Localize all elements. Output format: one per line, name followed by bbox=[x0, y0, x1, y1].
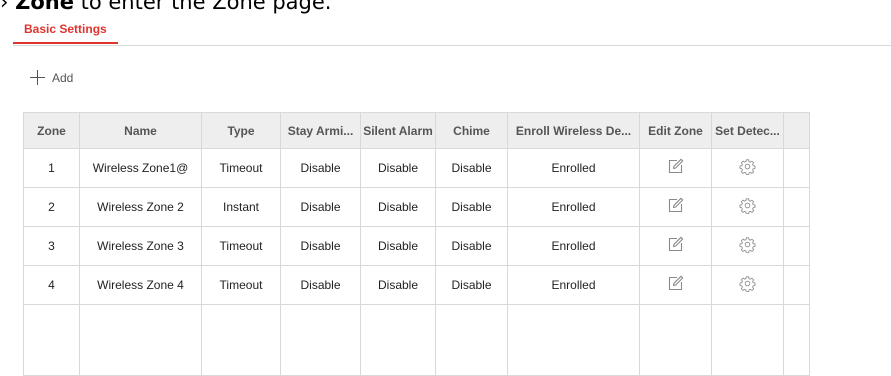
chime-cell: Disable bbox=[435, 148, 508, 188]
enroll-status-cell: Enrolled bbox=[507, 187, 640, 227]
empty-cell bbox=[783, 304, 810, 376]
arrow-glyph: › bbox=[0, 0, 9, 14]
zone-table-body: 1 Wireless Zone1@ Timeout Disable Disable Dis… bbox=[23, 148, 810, 376]
stay-arm-cell: Disable bbox=[280, 265, 361, 305]
silent-alarm-cell: Disable bbox=[360, 187, 436, 227]
edit-icon[interactable] bbox=[667, 275, 684, 295]
add-zone-button[interactable]: Add bbox=[30, 70, 73, 85]
zone-name-cell: Wireless Zone 3 bbox=[79, 226, 202, 266]
filler-cell bbox=[783, 265, 810, 305]
col-header-zone[interactable]: Zone bbox=[23, 112, 80, 149]
tab-basic-settings[interactable]: Basic Settings bbox=[13, 18, 118, 44]
empty-table-row bbox=[23, 304, 810, 376]
empty-cell bbox=[639, 304, 712, 376]
empty-cell bbox=[79, 304, 202, 376]
stay-arm-cell: Disable bbox=[280, 148, 361, 188]
silent-alarm-cell: Disable bbox=[360, 148, 436, 188]
col-header-type[interactable]: Type bbox=[201, 112, 281, 149]
col-header-silent-alarm[interactable]: Silent Alarm bbox=[360, 112, 436, 149]
col-header-edit-zone[interactable]: Edit Zone bbox=[639, 112, 712, 149]
add-label: Add bbox=[52, 70, 74, 85]
empty-cell bbox=[201, 304, 281, 376]
zone-cell: 1 bbox=[23, 148, 80, 188]
plus-icon bbox=[30, 70, 45, 85]
zone-name-cell: Wireless Zone 4 bbox=[79, 265, 202, 305]
empty-cell bbox=[360, 304, 436, 376]
filler-cell bbox=[783, 187, 810, 227]
zone-type-cell: Timeout bbox=[201, 265, 281, 305]
set-detector-cell bbox=[711, 148, 784, 188]
silent-alarm-cell: Disable bbox=[360, 265, 436, 305]
col-header-enroll[interactable]: Enroll Wireless De... bbox=[507, 112, 640, 149]
set-detector-cell bbox=[711, 226, 784, 266]
col-header-name[interactable]: Name bbox=[79, 112, 202, 149]
chime-cell: Disable bbox=[435, 187, 508, 227]
enroll-status-cell: Enrolled bbox=[507, 148, 640, 188]
gear-icon[interactable] bbox=[739, 197, 756, 217]
filler-cell bbox=[783, 226, 810, 266]
filler-cell bbox=[783, 148, 810, 188]
gear-icon[interactable] bbox=[739, 236, 756, 256]
edit-zone-cell bbox=[639, 187, 712, 227]
stay-arm-cell: Disable bbox=[280, 187, 361, 227]
instruction-bold-word: Zone bbox=[15, 0, 74, 14]
zone-type-cell: Instant bbox=[201, 187, 281, 227]
col-header-filler bbox=[783, 112, 810, 149]
empty-cell bbox=[280, 304, 361, 376]
chime-cell: Disable bbox=[435, 265, 508, 305]
col-header-set-detector[interactable]: Set Detec... bbox=[711, 112, 784, 149]
edit-icon[interactable] bbox=[667, 236, 684, 256]
stay-arm-cell: Disable bbox=[280, 226, 361, 266]
empty-cell bbox=[507, 304, 640, 376]
zone-type-cell: Timeout bbox=[201, 226, 281, 266]
settings-tab-bar: Basic Settings bbox=[13, 18, 891, 46]
silent-alarm-cell: Disable bbox=[360, 226, 436, 266]
set-detector-cell bbox=[711, 265, 784, 305]
zone-table: Zone Name Type Stay Armi... Silent Alarm… bbox=[23, 112, 810, 376]
col-header-chime[interactable]: Chime bbox=[435, 112, 508, 149]
instruction-rest: to enter the Zone page. bbox=[73, 0, 332, 14]
table-row: 1 Wireless Zone1@ Timeout Disable Disable Dis… bbox=[23, 148, 810, 188]
table-header-row: Zone Name Type Stay Armi... Silent Alarm… bbox=[23, 112, 810, 149]
table-row: 2 Wireless Zone 2 Instant Disable Disable Dis… bbox=[23, 187, 810, 227]
edit-zone-cell bbox=[639, 265, 712, 305]
edit-icon[interactable] bbox=[667, 197, 684, 217]
empty-cell bbox=[711, 304, 784, 376]
table-row: 4 Wireless Zone 4 Timeout Disable Disable Dis… bbox=[23, 265, 810, 305]
table-row: 3 Wireless Zone 3 Timeout Disable Disable Dis… bbox=[23, 226, 810, 266]
edit-icon[interactable] bbox=[667, 158, 684, 178]
enroll-status-cell: Enrolled bbox=[507, 265, 640, 305]
gear-icon[interactable] bbox=[739, 158, 756, 178]
document-instruction-fragment: › Zone to enter the Zone page. bbox=[0, 0, 331, 16]
enroll-status-cell: Enrolled bbox=[507, 226, 640, 266]
edit-zone-cell bbox=[639, 226, 712, 266]
col-header-stay-arm[interactable]: Stay Armi... bbox=[280, 112, 361, 149]
zone-cell: 4 bbox=[23, 265, 80, 305]
zone-cell: 3 bbox=[23, 226, 80, 266]
zone-type-cell: Timeout bbox=[201, 148, 281, 188]
empty-cell bbox=[435, 304, 508, 376]
chime-cell: Disable bbox=[435, 226, 508, 266]
zone-name-cell: Wireless Zone1@ bbox=[79, 148, 202, 188]
zone-name-cell: Wireless Zone 2 bbox=[79, 187, 202, 227]
gear-icon[interactable] bbox=[739, 275, 756, 295]
edit-zone-cell bbox=[639, 148, 712, 188]
empty-cell bbox=[23, 304, 80, 376]
set-detector-cell bbox=[711, 187, 784, 227]
zone-cell: 2 bbox=[23, 187, 80, 227]
